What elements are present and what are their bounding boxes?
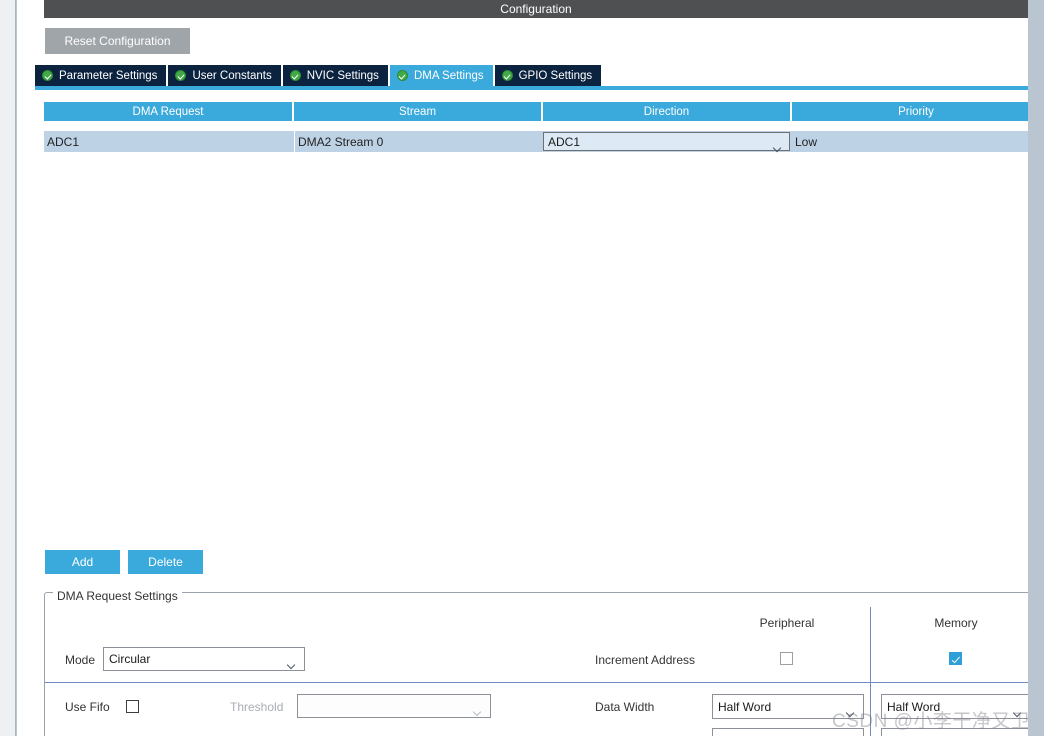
green-check-icon <box>175 70 187 81</box>
tab-label: Parameter Settings <box>59 69 158 82</box>
divider-right <box>871 682 1028 683</box>
green-check-icon <box>289 70 301 81</box>
left-gutter <box>0 0 16 736</box>
data-width-peripheral-value: Half Word <box>718 699 772 714</box>
column-header-dma-request[interactable]: DMA Request <box>44 102 294 121</box>
column-header-priority[interactable]: Priority <box>792 102 1028 121</box>
settings-tab-bar: Parameter Settings User Constants NVIC S… <box>35 65 1028 87</box>
mode-combobox[interactable]: Circular <box>103 647 305 671</box>
tab-user-constants[interactable]: User Constants <box>168 65 281 86</box>
chevron-down-icon <box>774 139 782 153</box>
tab-dma-settings[interactable]: DMA Settings <box>389 65 493 86</box>
green-check-icon <box>501 70 513 81</box>
column-header-stream[interactable]: Stream <box>294 102 543 121</box>
table-row[interactable]: ADC1 DMA2 Stream 0 ADC1 Low <box>44 131 1028 152</box>
burst-size-memory-combobox[interactable] <box>881 728 1028 736</box>
cell-dma-request[interactable]: ADC1 <box>44 131 294 152</box>
tab-label: NVIC Settings <box>306 69 379 82</box>
tab-gpio-settings[interactable]: GPIO Settings <box>494 65 602 86</box>
increment-address-label: Increment Address <box>595 653 696 667</box>
reset-configuration-button[interactable]: Reset Configuration <box>45 28 190 54</box>
use-fifo-checkbox[interactable] <box>126 700 139 713</box>
group-title: DMA Request Settings <box>53 589 182 603</box>
data-width-memory-combobox[interactable]: Half Word <box>881 694 1028 719</box>
add-button[interactable]: Add <box>45 550 120 574</box>
cell-stream[interactable]: DMA2 Stream 0 <box>294 131 543 152</box>
burst-size-peripheral-combobox[interactable] <box>712 728 864 736</box>
tab-active-underline <box>35 86 1028 90</box>
configuration-panel: Configuration Reset Configuration Parame… <box>17 0 1028 736</box>
threshold-label: Threshold <box>230 700 284 714</box>
tab-nvic-settings[interactable]: NVIC Settings <box>282 65 388 86</box>
chevron-down-icon <box>288 656 296 670</box>
chevron-down-icon <box>847 704 855 718</box>
tab-label: GPIO Settings <box>518 69 593 82</box>
chevron-down-icon <box>474 703 482 717</box>
window-title-bar: Configuration <box>44 0 1028 18</box>
mode-label: Mode <box>65 653 96 667</box>
data-width-memory-value: Half Word <box>887 699 941 714</box>
use-fifo-label: Use Fifo <box>65 700 110 714</box>
configuration-window: Configuration Reset Configuration Parame… <box>0 0 1044 736</box>
direction-combobox[interactable]: ADC1 <box>543 132 790 151</box>
cell-priority[interactable]: Low <box>792 131 1028 152</box>
right-gutter <box>1028 0 1044 736</box>
tab-parameter-settings[interactable]: Parameter Settings <box>35 65 167 86</box>
dma-table-header: DMA Request Stream Direction Priority <box>44 102 1028 121</box>
column-header-direction[interactable]: Direction <box>543 102 792 121</box>
window-title: Configuration <box>500 2 572 16</box>
direction-value: ADC1 <box>548 134 581 149</box>
chevron-down-icon <box>1014 704 1022 718</box>
memory-column-label: Memory <box>934 616 978 630</box>
mode-value: Circular <box>109 652 151 666</box>
green-check-icon <box>396 70 408 81</box>
increment-address-memory-checkbox[interactable] <box>949 652 962 665</box>
tab-label: DMA Settings <box>413 69 484 82</box>
peripheral-column-label: Peripheral <box>759 616 815 630</box>
threshold-combobox[interactable] <box>297 694 491 718</box>
divider-vertical <box>870 607 871 736</box>
green-check-icon <box>42 70 53 81</box>
delete-button[interactable]: Delete <box>128 550 203 574</box>
data-width-label: Data Width <box>595 700 655 714</box>
data-width-peripheral-combobox[interactable]: Half Word <box>712 694 864 719</box>
increment-address-peripheral-checkbox[interactable] <box>780 652 793 665</box>
divider-left <box>45 682 870 683</box>
tab-label: User Constants <box>192 69 272 82</box>
cell-direction[interactable]: ADC1 <box>543 131 792 152</box>
